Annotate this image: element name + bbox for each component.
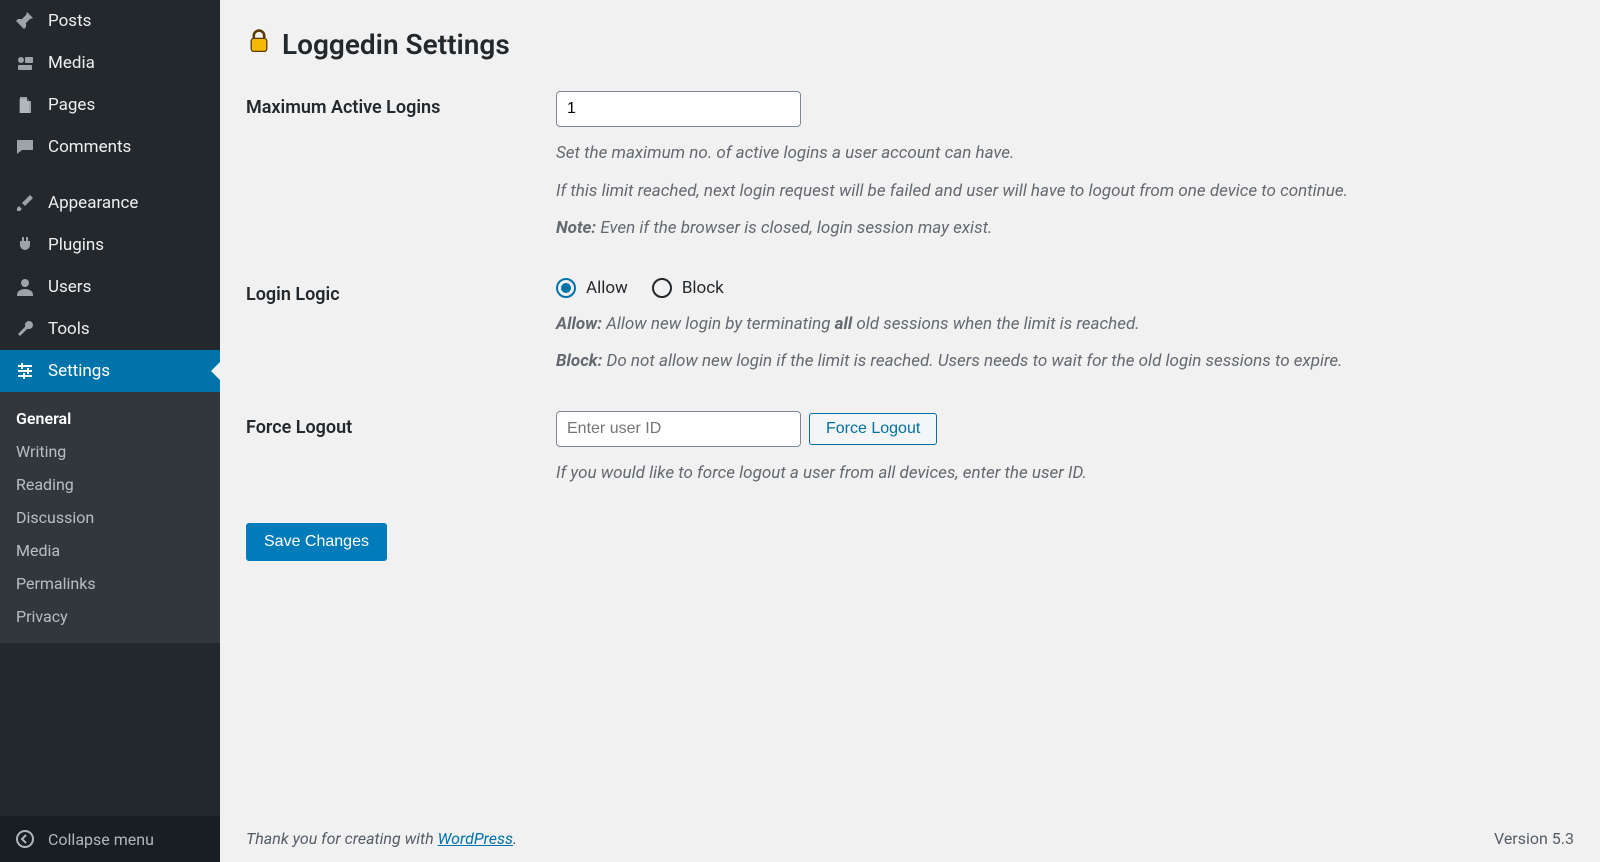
sidebar-item-users[interactable]: Users	[0, 266, 220, 308]
submenu-item-privacy[interactable]: Privacy	[0, 600, 220, 633]
block-bold: Block:	[556, 351, 602, 371]
sidebar-item-tools[interactable]: Tools	[0, 308, 220, 350]
sidebar-item-label: Posts	[48, 11, 91, 31]
lock-icon	[246, 28, 272, 61]
sidebar-item-label: Pages	[48, 95, 95, 115]
allow-text-1: Allow new login by terminating	[602, 314, 835, 334]
footer-version: Version 5.3	[1494, 829, 1574, 848]
footer-thanks-post: .	[513, 829, 517, 848]
comment-icon	[14, 136, 36, 158]
collapse-menu-button[interactable]: Collapse menu	[0, 816, 220, 862]
allow-all-bold: all	[835, 314, 853, 334]
settings-content: Loggedin Settings Maximum Active Logins …	[220, 0, 1600, 862]
admin-sidebar: Posts Media Pages Comments Appeara	[0, 0, 220, 862]
pin-icon	[14, 10, 36, 32]
submenu-item-discussion[interactable]: Discussion	[0, 501, 220, 534]
force-logout-help: If you would like to force logout a user…	[556, 461, 1456, 487]
page-title: Loggedin Settings	[246, 28, 1574, 61]
max-logins-note-label: Note:	[556, 218, 596, 238]
save-changes-button[interactable]: Save Changes	[246, 523, 387, 561]
sidebar-item-appearance[interactable]: Appearance	[0, 182, 220, 224]
sidebar-item-label: Settings	[48, 361, 110, 381]
force-logout-button[interactable]: Force Logout	[809, 413, 937, 445]
radio-block[interactable]	[652, 278, 672, 298]
login-logic-allow-help: Allow: Allow new login by terminating al…	[556, 312, 1456, 338]
block-text: Do not allow new login if the limit is r…	[602, 351, 1342, 371]
radio-allow[interactable]	[556, 278, 576, 298]
force-logout-label: Force Logout	[246, 411, 556, 438]
plug-icon	[14, 234, 36, 256]
media-icon	[14, 52, 36, 74]
row-login-logic: Login Logic Allow Block Allow: Allow new…	[246, 278, 1574, 375]
footer-wordpress-link[interactable]: WordPress	[438, 829, 513, 848]
row-max-active-logins: Maximum Active Logins Set the maximum no…	[246, 91, 1574, 242]
max-logins-note-text: Even if the browser is closed, login ses…	[596, 218, 992, 238]
max-logins-input[interactable]	[556, 91, 801, 127]
sidebar-item-pages[interactable]: Pages	[0, 84, 220, 126]
footer-thanks: Thank you for creating with WordPress.	[246, 829, 517, 848]
wrench-icon	[14, 318, 36, 340]
sidebar-item-plugins[interactable]: Plugins	[0, 224, 220, 266]
page-icon	[14, 94, 36, 116]
submenu-item-general[interactable]: General	[0, 402, 220, 435]
submenu-item-writing[interactable]: Writing	[0, 435, 220, 468]
radio-allow-label: Allow	[586, 278, 628, 298]
sliders-icon	[14, 360, 36, 382]
collapse-icon	[14, 828, 36, 850]
sidebar-item-media[interactable]: Media	[0, 42, 220, 84]
sidebar-item-comments[interactable]: Comments	[0, 126, 220, 168]
radio-block-label: Block	[682, 278, 724, 298]
row-force-logout: Force Logout Force Logout If you would l…	[246, 411, 1574, 487]
admin-footer: Thank you for creating with WordPress. V…	[246, 809, 1574, 862]
login-logic-radios: Allow Block	[556, 278, 1456, 298]
sidebar-item-label: Media	[48, 53, 95, 73]
max-logins-label: Maximum Active Logins	[246, 91, 556, 118]
sidebar-item-label: Plugins	[48, 235, 104, 255]
max-logins-help-1: Set the maximum no. of active logins a u…	[556, 141, 1456, 167]
collapse-label: Collapse menu	[48, 830, 154, 849]
sidebar-item-settings[interactable]: Settings	[0, 350, 220, 392]
sidebar-item-posts[interactable]: Posts	[0, 0, 220, 42]
sidebar-item-label: Appearance	[48, 193, 138, 213]
settings-submenu: General Writing Reading Discussion Media…	[0, 392, 220, 643]
submenu-item-media[interactable]: Media	[0, 534, 220, 567]
page-title-text: Loggedin Settings	[282, 28, 510, 61]
brush-icon	[14, 192, 36, 214]
submenu-item-reading[interactable]: Reading	[0, 468, 220, 501]
footer-thanks-pre: Thank you for creating with	[246, 829, 438, 848]
sidebar-item-label: Comments	[48, 137, 131, 157]
force-logout-input[interactable]	[556, 411, 801, 447]
allow-text-2: old sessions when the limit is reached.	[852, 314, 1139, 334]
login-logic-label: Login Logic	[246, 278, 556, 305]
login-logic-block-help: Block: Do not allow new login if the lim…	[556, 349, 1456, 375]
submenu-item-permalinks[interactable]: Permalinks	[0, 567, 220, 600]
allow-bold: Allow:	[556, 314, 602, 334]
sidebar-item-label: Users	[48, 277, 91, 297]
user-icon	[14, 276, 36, 298]
sidebar-item-label: Tools	[48, 319, 90, 339]
max-logins-help-2: If this limit reached, next login reques…	[556, 179, 1456, 205]
max-logins-note: Note: Even if the browser is closed, log…	[556, 216, 1456, 242]
